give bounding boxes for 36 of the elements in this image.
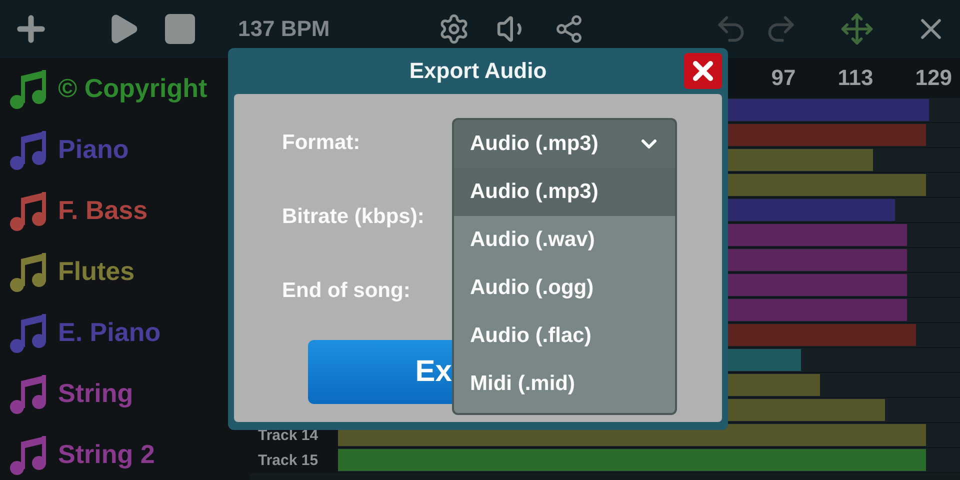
music-note-icon (8, 372, 48, 414)
track-header[interactable]: © Copyright (0, 58, 250, 119)
music-note-icon (8, 190, 48, 232)
stop-icon[interactable] (162, 11, 198, 47)
track-header[interactable]: String 2 (0, 424, 250, 480)
music-note-icon (8, 434, 48, 476)
music-note-icon (8, 250, 48, 292)
music-note-icon (8, 128, 48, 170)
settings-icon[interactable] (438, 13, 470, 45)
dropdown-option[interactable]: Audio (.wav) (454, 216, 675, 264)
dropdown-option[interactable]: Audio (.flac) (454, 312, 675, 360)
tempo-label[interactable]: 137 BPM (238, 16, 330, 42)
music-note-icon (8, 312, 48, 354)
field-label: Format: (282, 130, 362, 156)
music-note-icon (8, 68, 48, 110)
dropdown-option[interactable]: Audio (.ogg) (454, 264, 675, 312)
clip[interactable] (338, 449, 926, 471)
field-label: Bitrate (kbps): (282, 204, 426, 230)
bar-number: 129 (915, 65, 952, 91)
track-header[interactable]: E. Piano (0, 302, 250, 363)
dropdown-option[interactable]: Midi (.mid) (454, 360, 675, 408)
track-header[interactable]: F. Bass (0, 180, 250, 241)
field-label: End of song: (282, 278, 412, 304)
track-header[interactable]: String (0, 363, 250, 424)
export-button[interactable]: Ex (308, 340, 452, 404)
share-icon[interactable] (554, 14, 584, 44)
bar-number: 97 (771, 65, 796, 91)
bar-number: 113 (838, 65, 874, 91)
close-button[interactable] (684, 53, 722, 89)
dialog-title: Export Audio (409, 58, 547, 84)
format-select[interactable]: Audio (.mp3) (452, 118, 677, 168)
track-label: Track 15 (250, 448, 338, 473)
track-header[interactable]: Flutes (0, 241, 250, 302)
dropdown-option[interactable]: Audio (.mp3) (454, 168, 675, 216)
move-icon[interactable] (840, 12, 874, 46)
track-header[interactable]: Piano (0, 119, 250, 180)
